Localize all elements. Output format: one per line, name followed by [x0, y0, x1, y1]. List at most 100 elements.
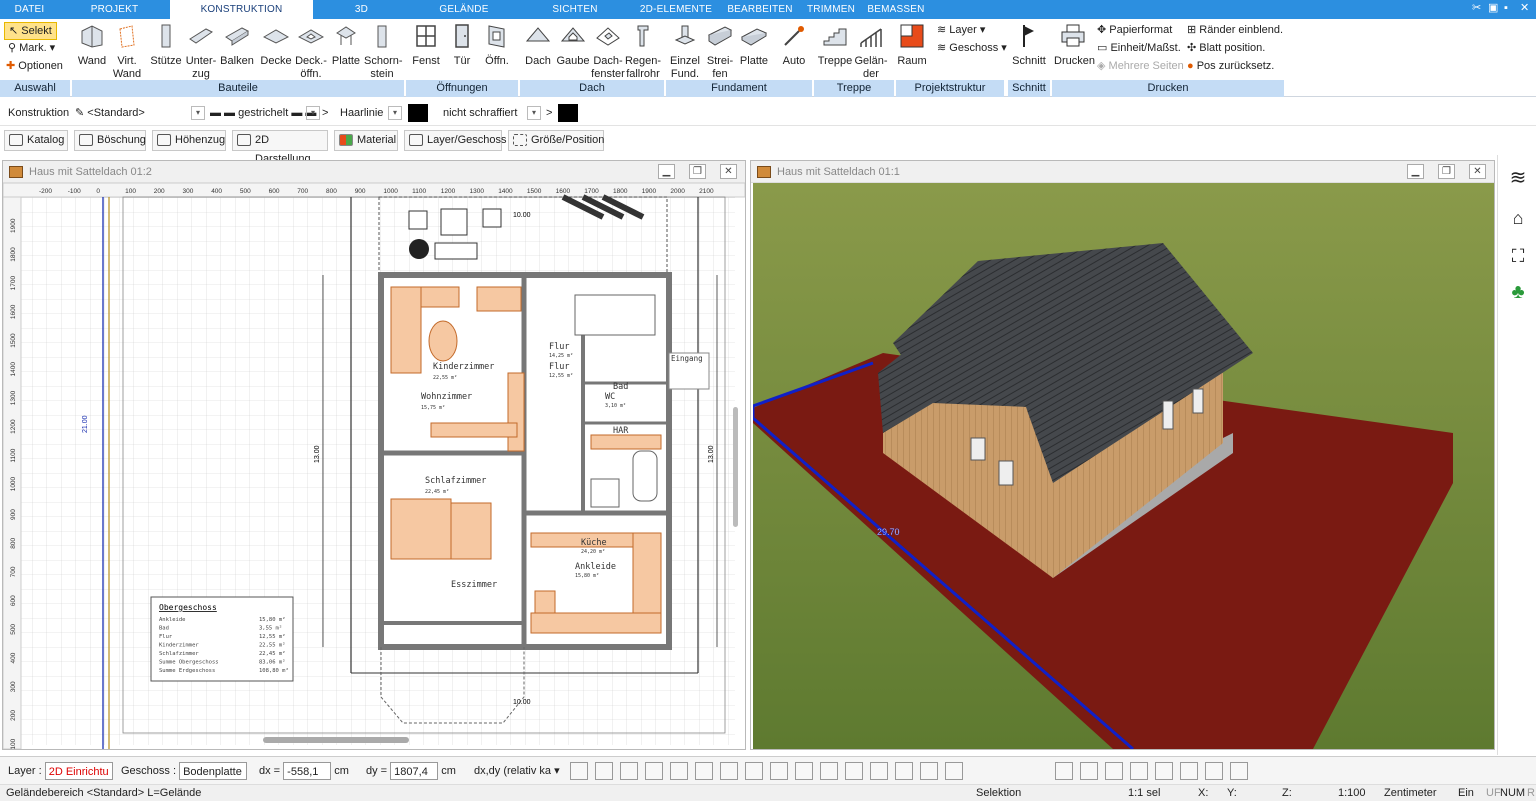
- pos-zuruecksetzen-button[interactable]: ● Pos zurücksetz.: [1187, 58, 1274, 74]
- coord-mode-select[interactable]: dx,dy (relativ ka ▾: [474, 762, 560, 780]
- tab-3d[interactable]: 3D: [313, 0, 410, 19]
- optionen-button[interactable]: ✚ Optionen: [6, 58, 63, 74]
- minimize-icon[interactable]: ▪: [1504, 2, 1516, 15]
- window-icon[interactable]: [945, 762, 963, 780]
- grid-snap-icon[interactable]: [1180, 762, 1198, 780]
- dy-input[interactable]: 1807,4: [390, 762, 439, 780]
- measure-icon[interactable]: [720, 762, 738, 780]
- fenster-button[interactable]: Fenst: [410, 19, 442, 68]
- clipboard-icon[interactable]: ▣: [1488, 2, 1500, 15]
- dach-button[interactable]: Dach: [522, 19, 554, 68]
- dachfenster-button[interactable]: Dach- fenster: [590, 19, 626, 81]
- layer-geschoss-button[interactable]: Layer/Geschoss: [404, 130, 506, 151]
- close-icon[interactable]: ✕: [1520, 2, 1532, 15]
- restore-icon[interactable]: ❐: [689, 164, 706, 179]
- tab-2d-elemente[interactable]: 2D-ELEMENTE: [632, 0, 720, 19]
- tools-icon[interactable]: ✂: [1472, 2, 1484, 15]
- mark-button[interactable]: ⚲ Mark. ▾: [8, 40, 55, 56]
- fill-icon[interactable]: [595, 762, 613, 780]
- virt-wand-button[interactable]: Virt. Wand: [112, 19, 142, 81]
- select-icon[interactable]: [770, 762, 788, 780]
- raum-button[interactable]: Raum: [896, 19, 928, 68]
- 2d-darstellung-button[interactable]: 2D Darstellung: [232, 130, 328, 165]
- zoom-extents-icon[interactable]: ⛶: [1507, 245, 1529, 267]
- papierformat-button[interactable]: ✥ Papierformat: [1097, 22, 1172, 38]
- fill-dropdown[interactable]: nicht schraffiert ▾: [443, 104, 541, 122]
- stuetze-button[interactable]: Stütze: [150, 19, 182, 68]
- unterzug-button[interactable]: Unter- zug: [185, 19, 217, 81]
- tab-konstruktion[interactable]: KONSTRUKTION: [170, 0, 313, 19]
- einzelfundament-button[interactable]: Einzel Fund.: [668, 19, 702, 81]
- tab-gelaende[interactable]: GELÄNDE: [410, 0, 518, 19]
- linewidth-dropdown[interactable]: Haarlinie ▾: [340, 104, 402, 122]
- marker-icon[interactable]: [1130, 762, 1148, 780]
- balken-button[interactable]: Balken: [220, 19, 254, 68]
- streifenfundament-button[interactable]: Strei- fen: [704, 19, 736, 81]
- boeschung-button[interactable]: Böschung: [74, 130, 146, 151]
- tab-projekt[interactable]: PROJEKT: [59, 0, 170, 19]
- tab-trimmen[interactable]: TRIMMEN: [800, 0, 862, 19]
- decke-button[interactable]: Decke: [259, 19, 293, 68]
- raender-einblenden-button[interactable]: ⊞ Ränder einblend.: [1187, 22, 1283, 38]
- gelaender-button[interactable]: Gelän- der: [854, 19, 888, 81]
- oeffnung-button[interactable]: Öffn.: [481, 19, 513, 68]
- regenfallrohr-button[interactable]: Regen- fallrohr: [624, 19, 662, 81]
- fill-color-swatch[interactable]: [558, 104, 578, 122]
- layers-icon[interactable]: [820, 762, 838, 780]
- close-icon[interactable]: ✕: [720, 164, 737, 179]
- layers-stack-icon[interactable]: ≋: [1507, 167, 1529, 189]
- chair-icon[interactable]: ⌂: [1507, 207, 1529, 229]
- terrain-icon[interactable]: [795, 762, 813, 780]
- tab-sichten[interactable]: SICHTEN: [518, 0, 632, 19]
- blatt-position-button[interactable]: ✣ Blatt position.: [1187, 40, 1265, 56]
- auto-button[interactable]: Auto: [778, 19, 810, 68]
- tuer-button[interactable]: Tür: [448, 19, 476, 68]
- hatch-icon[interactable]: [570, 762, 588, 780]
- layer-dropdown[interactable]: ≋ Layer ▾: [937, 22, 985, 38]
- material-button[interactable]: Material: [334, 130, 398, 151]
- tab-bemassen[interactable]: BEMASSEN: [862, 0, 930, 19]
- grid-icon[interactable]: [1055, 762, 1073, 780]
- vertical-icon[interactable]: [895, 762, 913, 780]
- katalog-button[interactable]: Katalog: [4, 130, 68, 151]
- wand-button[interactable]: Wand: [74, 19, 110, 68]
- lineweight-icon[interactable]: [620, 762, 638, 780]
- groesse-position-button[interactable]: Größe/Position: [508, 130, 604, 151]
- plane-icon[interactable]: [845, 762, 863, 780]
- geschoss-dropdown[interactable]: ≋ Geschoss ▾: [937, 40, 1007, 56]
- tree-icon[interactable]: ♣: [1507, 281, 1529, 303]
- treppe-button[interactable]: Treppe: [816, 19, 854, 68]
- einheit-massstab-button[interactable]: ▭ Einheit/Maßst.: [1097, 40, 1181, 56]
- minimize-icon[interactable]: ▁: [658, 164, 675, 179]
- dim-icon[interactable]: [670, 762, 688, 780]
- text-icon[interactable]: [695, 762, 713, 780]
- layer-select[interactable]: 2D Einrichtu: [44, 762, 113, 780]
- wall-icon[interactable]: [920, 762, 938, 780]
- floor-plan-canvas[interactable]: -200 -100 0 100 200 300 400 500 600 700 800 900 1000…: [3, 183, 745, 749]
- linetype-dropdown[interactable]: ▬ ▬ gestrichelt ▬ ▬ ▾: [210, 104, 320, 122]
- schornstein-button[interactable]: Schorn- stein: [364, 19, 403, 81]
- snap-icon[interactable]: [1105, 762, 1123, 780]
- close-icon[interactable]: ✕: [1469, 164, 1486, 179]
- schnitt-button[interactable]: Schnitt: [1011, 19, 1047, 68]
- restore-icon[interactable]: ❐: [1438, 164, 1455, 179]
- horizontal-scrollbar[interactable]: [263, 737, 409, 743]
- view-3d[interactable]: Haus mit Satteldach 01:1 ▁ ❐ ✕ 29.70: [750, 160, 1495, 750]
- drucken-button[interactable]: Drucken: [1054, 19, 1095, 68]
- tab-bearbeiten[interactable]: BEARBEITEN: [720, 0, 800, 19]
- hoehenzug-button[interactable]: Höhenzug: [152, 130, 226, 151]
- resize-icon[interactable]: [1230, 762, 1248, 780]
- gaube-button[interactable]: Gaube: [556, 19, 590, 68]
- geschoss-select[interactable]: Bodenplatte: [179, 762, 248, 780]
- minimize-icon[interactable]: ▁: [1407, 164, 1424, 179]
- 3d-scene[interactable]: 29.70: [753, 183, 1494, 749]
- dx-input[interactable]: -558,1: [283, 762, 332, 780]
- frame-icon[interactable]: [745, 762, 763, 780]
- line-color-swatch[interactable]: [408, 104, 428, 122]
- vertical-scrollbar[interactable]: [733, 407, 738, 527]
- snap-point-icon[interactable]: [1155, 762, 1173, 780]
- plan-view-2d[interactable]: Haus mit Satteldach 01:2 ▁ ❐ ✕ -200 -100 0…: [2, 160, 746, 750]
- tab-datei[interactable]: DATEI: [0, 0, 59, 19]
- standard-dropdown[interactable]: ✎ <Standard> ▾: [75, 104, 205, 122]
- selekt-button[interactable]: ↖ Selekt: [4, 22, 57, 40]
